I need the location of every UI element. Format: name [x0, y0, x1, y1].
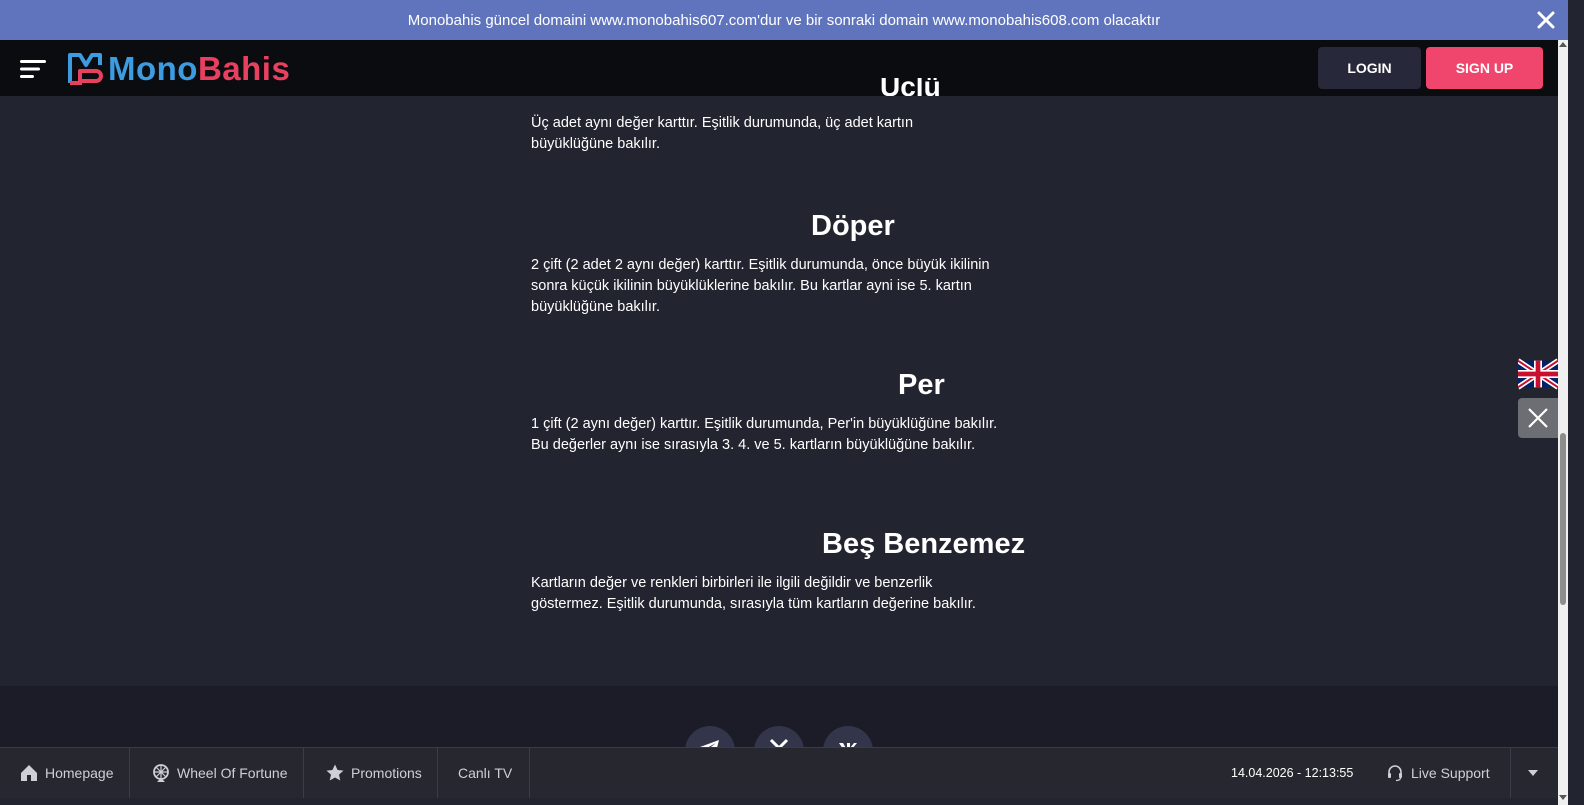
rule-description: Üç adet aynı değer karttır. Eşitlik duru… [531, 115, 914, 152]
section-heading-partial: Üçlü [880, 78, 941, 96]
scrollbar-thumb[interactable] [1560, 433, 1566, 605]
widget-close-button[interactable] [1518, 398, 1558, 438]
announcement-text: Monobahis güncel domaini www.monobahis60… [407, 11, 1161, 29]
vk-link[interactable] [823, 726, 873, 748]
bottom-nav-bar: Homepage Wheel Of Fortune Promotions Can… [0, 747, 1558, 798]
live-support-button[interactable]: Live Support [1386, 748, 1490, 798]
logo-mark-icon [68, 53, 103, 85]
scroll-down-arrow[interactable] [1559, 795, 1567, 800]
telegram-link[interactable] [685, 726, 735, 748]
scrollbar-track[interactable] [1558, 40, 1568, 805]
bottom-nav-label: Homepage [45, 765, 114, 781]
bottom-nav-label: Canlı TV [458, 765, 513, 781]
rule-description: 1 çift (2 aynı değer) karttır. Eşitlik d… [531, 416, 998, 453]
announcement-bar: Monobahis güncel domaini www.monobahis60… [0, 0, 1568, 40]
rule-section: Per 1 çift (2 aynı değer) karttır. Eşitl… [531, 366, 1001, 456]
bottom-nav-homepage[interactable]: Homepage [0, 748, 130, 798]
rule-description: 2 çift (2 adet 2 aynı değer) karttır. Eş… [531, 257, 990, 315]
bottom-nav-label: Promotions [351, 765, 422, 781]
site-footer [0, 686, 1558, 748]
rule-title: Per [898, 369, 945, 401]
logo-text-bahis: Bahis [197, 50, 291, 87]
rule-description: Kartların değer ve renkleri birbirleri i… [531, 575, 976, 612]
logo-text-mono: Mono [108, 50, 198, 87]
bottom-nav-canli-tv[interactable]: Canlı TV [439, 748, 530, 798]
login-button[interactable]: LOGIN [1318, 47, 1421, 89]
datetime-display: 14.04.2026 - 12:13:55 [1231, 766, 1354, 780]
bottom-nav-wheel-of-fortune[interactable]: Wheel Of Fortune [131, 748, 304, 798]
x-link[interactable] [754, 726, 804, 748]
home-icon [19, 763, 39, 783]
headset-icon [1386, 764, 1404, 782]
divider [1510, 748, 1511, 798]
chevron-down-icon[interactable] [1528, 770, 1538, 776]
live-support-label: Live Support [1411, 765, 1490, 781]
rule-section: Beş Benzemez Kartların değer ve renkleri… [531, 525, 1025, 615]
hamburger-menu-icon[interactable] [20, 58, 48, 80]
rule-section: Döper 2 çift (2 adet 2 aynı değer) kartt… [531, 207, 1001, 318]
close-icon[interactable] [1534, 8, 1558, 32]
close-icon [1528, 408, 1548, 428]
rule-title: Beş Benzemez [822, 528, 1026, 560]
wheel-icon [151, 763, 171, 783]
uk-flag-icon[interactable] [1518, 354, 1558, 394]
rule-section: Üç adet aynı değer karttır. Eşitlik duru… [531, 113, 971, 155]
signup-button[interactable]: SIGN UP [1426, 47, 1543, 89]
bottom-nav-label: Wheel Of Fortune [177, 765, 288, 781]
star-icon [325, 763, 345, 783]
site-header: Mono Bahis LOGIN SIGN UP [0, 40, 1558, 96]
scroll-up-arrow[interactable] [1559, 42, 1567, 47]
bottom-nav-promotions[interactable]: Promotions [305, 748, 438, 798]
logo[interactable]: Mono Bahis [66, 48, 290, 90]
rule-title: Döper [811, 210, 895, 242]
